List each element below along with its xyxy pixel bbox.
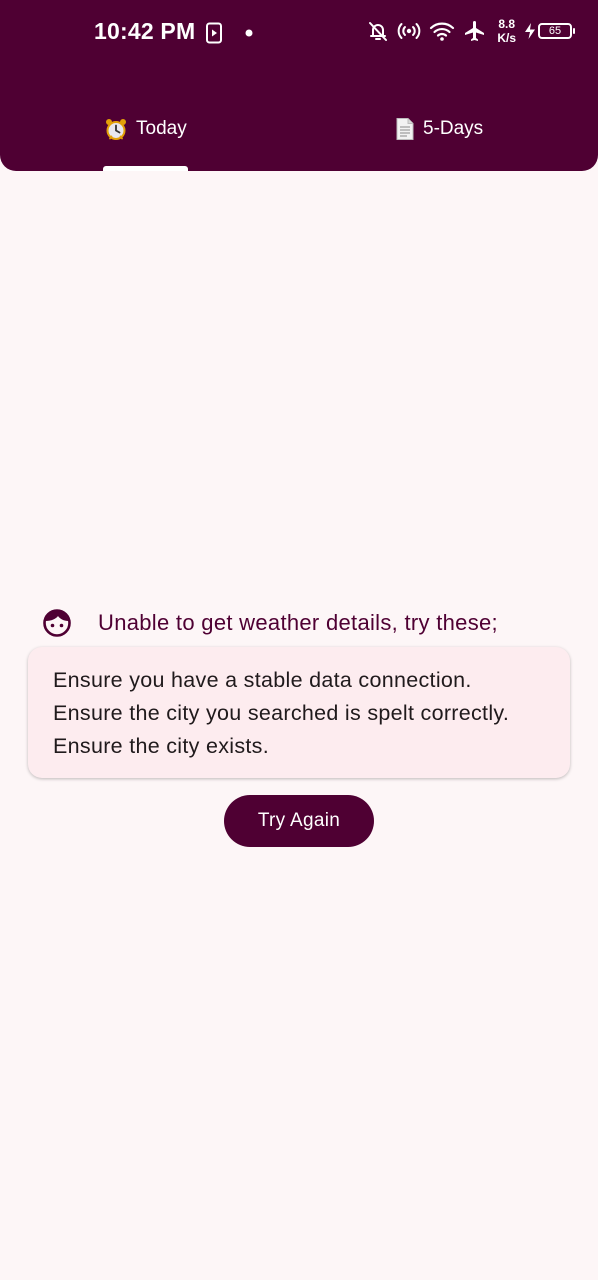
status-time: 10:42 PM [94,18,196,44]
error-heading: Unable to get weather details, try these… [42,608,498,638]
airplane-icon [463,19,487,43]
notification-dot-icon [245,29,253,37]
error-message: Unable to get weather details, try these… [98,610,498,635]
app-bar: 10:42 PM 8.8 K/s 65 Today 5-Days [0,0,598,171]
wifi-icon [429,20,455,42]
tab-today[interactable]: Today [0,100,299,171]
status-left-icons [205,22,253,44]
alarm-clock-icon [104,117,128,141]
battery-icon: 65 [538,23,575,39]
tab-5-days[interactable]: 5-Days [299,100,598,171]
tab-selected-indicator [103,166,188,171]
hotspot-icon [397,20,421,42]
screen-record-icon [205,22,223,44]
net-speed-value: 8.8 [498,17,515,31]
bell-off-icon [367,20,389,42]
charging-icon [524,22,536,40]
page-icon [395,117,415,141]
tips-card: Ensure you have a stable data connection… [28,647,570,778]
tip-item: Ensure the city exists. [53,734,270,758]
tab-bar: Today 5-Days [0,100,598,171]
tip-item: Ensure you have a stable data connection… [53,668,472,692]
net-speed-unit: K/s [497,31,516,45]
tab-today-content: Today [104,117,187,141]
tab-5-days-content: 5-Days [395,117,483,141]
tab-5-days-label: 5-Days [423,118,484,139]
status-bar: 10:42 PM 8.8 K/s 65 [0,0,598,68]
net-speed: 8.8 K/s [497,17,516,45]
tab-today-label: Today [136,118,187,139]
try-again-button[interactable]: Try Again [224,795,374,847]
tip-item: Ensure the city you searched is spelt co… [53,701,510,725]
face-icon [42,608,72,638]
battery: 65 [524,22,575,40]
status-right-icons: 8.8 K/s 65 [367,17,575,45]
